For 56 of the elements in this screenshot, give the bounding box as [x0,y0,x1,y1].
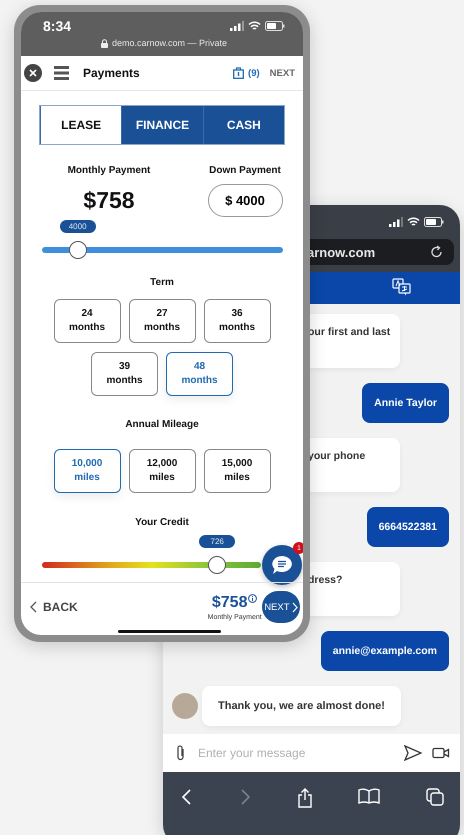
received-message: Thank you, we are almost done! [202,686,401,726]
term-option[interactable]: 24 months [54,299,120,343]
reload-icon[interactable] [430,245,444,259]
chevron-right-icon [292,602,298,612]
credit-score-value: 726 [199,535,236,548]
monthly-payment-label: Monthly Payment [68,165,150,176]
mileage-label: Annual Mileage [125,419,199,430]
monthly-payment-total: $758 [212,594,248,612]
paperclip-icon[interactable] [176,744,186,762]
term-option[interactable]: 39 months [91,352,158,396]
tabs-icon[interactable] [426,788,444,806]
term-option[interactable]: 27 months [128,299,196,343]
mileage-option[interactable]: 10,000 miles [54,449,120,493]
info-icon[interactable] [248,594,258,602]
mileage-option[interactable]: 12,000 miles [128,449,196,493]
lock-icon [100,38,108,48]
page-address[interactable]: demo.carnow.com — Private [112,38,228,48]
slider-thumb[interactable] [208,556,226,574]
chevron-left-icon [30,601,37,613]
signal-icon [389,217,403,227]
menu-icon[interactable] [54,66,69,80]
term-option[interactable]: 36 months [204,299,270,343]
credit-label: Your Credit [135,517,189,528]
payment-tab[interactable]: CASH [202,106,284,144]
term-option[interactable]: 48 months [166,352,233,396]
signal-icon [230,21,244,31]
shopping-bag-icon[interactable] [233,67,244,79]
wifi-icon [407,217,420,227]
send-icon[interactable] [404,745,422,761]
cart-count[interactable]: (9) [248,68,260,78]
payment-tab[interactable]: FINANCE [121,106,203,144]
battery-icon [265,21,285,31]
status-time: 8:34 [43,18,72,34]
book-icon[interactable] [358,788,380,804]
message-field[interactable]: Enter your message [196,745,394,761]
battery-icon [424,217,444,227]
sent-message: Annie Taylor [362,383,449,423]
sent-message: 6664522381 [366,507,449,547]
mileage-option[interactable]: 15,000 miles [204,449,270,493]
next-button[interactable]: NEXT [262,591,300,623]
wifi-icon [248,21,261,31]
chat-bubble-icon [271,555,293,575]
page-title: Payments [83,66,140,80]
term-label: Term [150,277,174,288]
sent-message: annie@example.com [320,631,449,671]
monthly-payment-amount: $758 [83,187,135,214]
video-camera-icon[interactable] [432,747,450,759]
back-icon[interactable] [181,788,193,806]
slider-value: 4000 [60,220,96,233]
slider-thumb[interactable] [68,241,87,259]
next-link[interactable]: NEXT [270,68,295,78]
share-icon[interactable] [296,788,312,808]
down-payment-label: Down Payment [209,165,281,176]
close-icon[interactable] [24,64,42,82]
down-payment-field[interactable]: $ 4000 [208,184,282,217]
translate-icon[interactable] [392,278,412,296]
